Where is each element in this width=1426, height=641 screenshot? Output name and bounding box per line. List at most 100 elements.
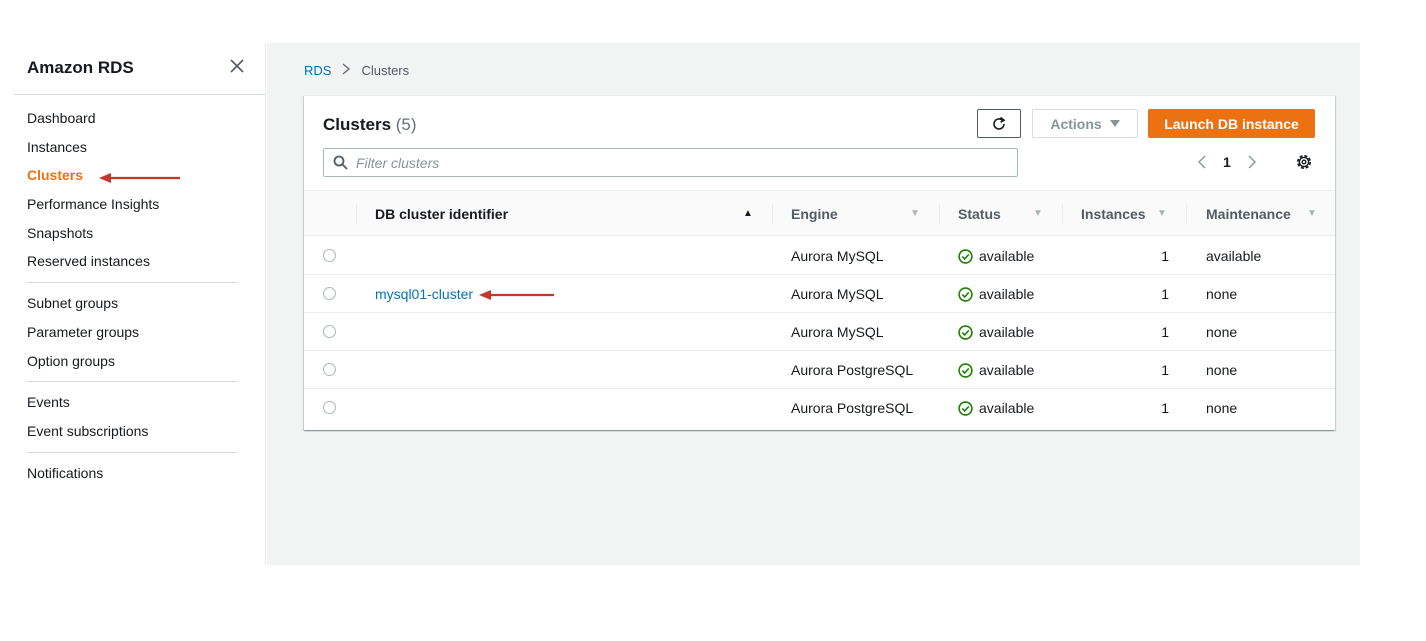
column-header-maintenance[interactable]: Maintenance (1206, 191, 1291, 237)
sidebar-item-events[interactable]: Events (27, 388, 265, 417)
sidebar-item-performance-insights[interactable]: Performance Insights (27, 190, 265, 219)
launch-db-instance-button[interactable]: Launch DB instance (1148, 109, 1315, 138)
column-header-identifier[interactable]: DB cluster identifier (375, 191, 508, 237)
pagination: 1 (1197, 150, 1257, 174)
sidebar-group-4: Notifications (14, 459, 265, 488)
status-cell: available (958, 351, 1034, 389)
chevron-left-icon[interactable] (1197, 154, 1207, 170)
maintenance-cell: none (1206, 400, 1238, 416)
annotation-arrow-icon (479, 290, 554, 300)
sidebar-item-event-subscriptions[interactable]: Event subscriptions (27, 417, 265, 446)
status-ok-icon (958, 400, 973, 416)
row-select-radio[interactable] (323, 325, 336, 338)
status-text: available (979, 324, 1035, 340)
table-row[interactable]: Aurora MySQL available 1 available (304, 237, 1335, 275)
caret-down-icon (1109, 119, 1120, 127)
instances-cell: 1 (1161, 362, 1169, 378)
sidebar-group-1: Dashboard Instances Clusters Performance… (14, 104, 265, 276)
instances-cell: 1 (1161, 400, 1169, 416)
table-row[interactable]: mysql01-cluster Aurora MySQL available 1… (304, 275, 1335, 313)
sort-ascending-icon[interactable]: ▲ (743, 191, 753, 237)
status-text: available (979, 400, 1035, 416)
breadcrumb-rds-link[interactable]: RDS (304, 63, 331, 78)
sidebar-item-reserved-instances[interactable]: Reserved instances (27, 247, 265, 276)
instances-cell: 1 (1161, 286, 1169, 302)
actions-button[interactable]: Actions (1032, 109, 1138, 138)
table-row[interactable]: Aurora PostgreSQL available 1 none (304, 351, 1335, 389)
instances-cell: 1 (1161, 324, 1169, 340)
sidebar-item-option-groups[interactable]: Option groups (27, 347, 265, 376)
sidebar-title: Amazon RDS (27, 58, 134, 77)
sidebar-item-instances[interactable]: Instances (27, 133, 265, 162)
sort-icon[interactable]: ▼ (1307, 191, 1317, 237)
status-ok-icon (958, 248, 973, 264)
row-select-radio[interactable] (323, 401, 336, 414)
sort-icon[interactable]: ▼ (1033, 191, 1043, 237)
panel-title-text: Clusters (323, 115, 392, 134)
row-select-radio[interactable] (323, 249, 336, 262)
cluster-identifier-link[interactable]: mysql01-cluster (375, 275, 473, 313)
gear-icon[interactable] (1294, 152, 1314, 172)
maintenance-cell: none (1206, 324, 1238, 340)
page-number[interactable]: 1 (1223, 154, 1231, 170)
sidebar-header: Amazon RDS (14, 43, 265, 95)
row-select-radio[interactable] (323, 363, 336, 376)
sidebar-group-2: Subnet groups Parameter groups Option gr… (14, 289, 265, 375)
cluster-count: (5) (395, 115, 417, 134)
sidebar-item-dashboard[interactable]: Dashboard (27, 104, 265, 133)
refresh-icon (993, 116, 1006, 130)
sidebar-divider (27, 381, 237, 383)
sidebar-divider (27, 451, 237, 453)
panel-title: Clusters (5) (323, 115, 417, 135)
column-header-status[interactable]: Status (958, 191, 1001, 237)
search-icon (333, 155, 348, 170)
status-text: available (979, 248, 1035, 264)
column-separator (356, 204, 357, 224)
sidebar-item-parameter-groups[interactable]: Parameter groups (27, 318, 265, 347)
engine-cell: Aurora MySQL (791, 324, 884, 340)
column-header-engine[interactable]: Engine (791, 191, 838, 237)
table-row[interactable]: Aurora MySQL available 1 none (304, 313, 1335, 351)
annotation-arrow-icon (99, 173, 180, 183)
status-cell: available (958, 389, 1034, 427)
column-separator (772, 204, 773, 224)
sidebar: Amazon RDS Dashboard Instances Clusters … (14, 43, 266, 565)
sort-icon[interactable]: ▼ (1157, 191, 1167, 237)
sidebar-item-snapshots[interactable]: Snapshots (27, 219, 265, 248)
sidebar-item-subnet-groups[interactable]: Subnet groups (27, 289, 265, 318)
filter-field[interactable] (323, 148, 1018, 177)
instances-cell: 1 (1161, 248, 1169, 264)
row-select-radio[interactable] (323, 287, 336, 300)
status-cell: available (958, 313, 1034, 351)
chevron-right-icon (341, 63, 351, 78)
column-header-instances[interactable]: Instances (1081, 191, 1146, 237)
breadcrumb: RDS Clusters (304, 63, 409, 78)
sidebar-group-3: Events Event subscriptions (14, 388, 265, 445)
close-icon[interactable] (228, 57, 246, 75)
engine-cell: Aurora MySQL (791, 248, 884, 264)
column-separator (1062, 204, 1063, 224)
clusters-panel: Clusters (5) Actions Launch DB instance … (304, 95, 1335, 430)
maintenance-cell: none (1206, 286, 1238, 302)
engine-cell: Aurora PostgreSQL (791, 400, 914, 416)
refresh-button[interactable] (977, 109, 1021, 138)
column-separator (1186, 204, 1187, 224)
breadcrumb-current: Clusters (361, 63, 410, 78)
status-ok-icon (958, 324, 973, 340)
maintenance-cell: available (1206, 248, 1262, 264)
status-ok-icon (958, 286, 973, 302)
sort-icon[interactable]: ▼ (910, 191, 920, 237)
status-text: available (979, 362, 1035, 378)
sidebar-divider (27, 282, 237, 284)
table-header: DB cluster identifier ▲ Engine ▼ Status … (304, 190, 1335, 236)
status-ok-icon (958, 362, 973, 378)
main-content: RDS Clusters Clusters (5) Actions Launch… (267, 43, 1360, 565)
sidebar-item-notifications[interactable]: Notifications (27, 459, 265, 488)
table-row[interactable]: Aurora PostgreSQL available 1 none (304, 389, 1335, 427)
chevron-right-icon[interactable] (1247, 154, 1257, 170)
filter-clusters-input[interactable] (356, 154, 996, 171)
status-cell: available (958, 275, 1034, 313)
column-separator (939, 204, 940, 224)
status-text: available (979, 286, 1035, 302)
actions-label: Actions (1050, 115, 1102, 132)
